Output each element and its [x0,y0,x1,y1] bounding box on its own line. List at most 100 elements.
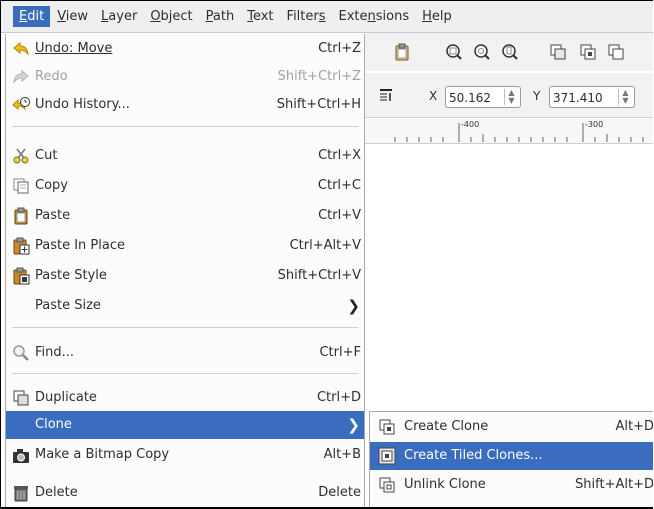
x-coordinate-input[interactable]: 50.162 ▲ ▼ [445,86,521,108]
menu-separator [12,327,358,328]
y-coordinate-input[interactable]: 371.410 ▲ ▼ [549,86,635,108]
edit-menu: Undo: Move Ctrl+Z Redo Shift+Ctrl+Z Undo… [5,34,365,507]
submenu-item-create-tiled-clones[interactable]: Create Tiled Clones... [370,442,653,470]
duplicate-shortcut: Ctrl+D [316,390,361,405]
redo-icon [13,69,29,84]
paste-icon [14,207,28,225]
undo-history-icon [12,97,30,111]
chevron-right-icon: ❯ [347,416,360,434]
paste-style-shortcut: Shift+Ctrl+V [277,268,361,283]
menu-item-make-bitmap-copy[interactable]: Make a Bitmap Copy Alt+B [6,441,364,469]
redo-label: Redo [35,69,68,84]
menu-item-cut[interactable]: Cut Ctrl+X [6,142,364,170]
ruler-label-1: -400 [461,120,480,129]
paste-icon[interactable] [393,43,411,61]
redo-shortcut: Shift+Ctrl+Z [277,69,361,84]
tiled-clones-icon [378,447,396,465]
ruler-ticks [394,123,644,142]
y-spin-arrows[interactable]: ▲ ▼ [618,89,632,105]
cut-shortcut: Ctrl+X [318,148,361,163]
tool-controls-bar: X 50.162 ▲ ▼ Y 371.410 ▲ ▼ [365,73,653,118]
menu-item-redo[interactable]: Redo Shift+Ctrl+Z [6,63,364,91]
paste-style-label: Paste Style [35,268,107,283]
create-tiled-clones-label: Create Tiled Clones... [404,448,543,463]
menubar: Edit View Layer Object Path Text Filters… [1,1,653,33]
menu-item-delete[interactable]: Delete Delete [6,479,364,507]
paste-in-place-shortcut: Ctrl+Alt+V [289,238,361,253]
duplicate-icon[interactable] [549,43,567,61]
unlink-clone-shortcut: Shift+Alt+D [575,477,653,492]
zoom-selection-icon[interactable] [445,43,463,61]
menu-item-undo-history[interactable]: Undo History... Shift+Ctrl+H [6,91,364,119]
find-shortcut: Ctrl+F [319,345,361,360]
menu-item-clone[interactable]: Clone ❯ [6,411,364,439]
clone-icon[interactable] [579,43,597,61]
cut-label: Cut [35,148,58,163]
camera-icon [13,449,29,463]
submenu-item-create-clone[interactable]: Create Clone Alt+D [370,413,653,441]
unlink-clone-icon[interactable] [607,43,625,61]
x-spin-arrows[interactable]: ▲ ▼ [504,89,518,105]
paste-shortcut: Ctrl+V [318,208,361,223]
menu-item-find[interactable]: Find... Ctrl+F [6,339,364,367]
copy-label: Copy [35,178,68,193]
submenu-item-unlink-clone[interactable]: Unlink Clone Shift+Alt+D [370,471,653,499]
menu-filters[interactable]: Filters [281,6,332,27]
horizontal-ruler: -400 -300 [365,119,653,144]
paste-in-place-icon [13,237,30,255]
zoom-page-icon[interactable] [501,43,519,61]
paste-label: Paste [35,208,71,223]
find-icon [13,345,29,361]
menu-item-duplicate[interactable]: Duplicate Ctrl+D [6,384,364,412]
delete-shortcut: Delete [318,485,361,500]
copy-icon [13,178,29,194]
undo-shortcut: Ctrl+Z [318,41,361,56]
undo-label: Undo: Move [35,41,113,56]
menu-item-paste-in-place[interactable]: Paste In Place Ctrl+Alt+V [6,232,364,260]
clone-label: Clone [35,417,72,432]
menu-view[interactable]: View [51,6,94,27]
create-clone-label: Create Clone [404,419,489,434]
app-window: Edit View Layer Object Path Text Filters… [0,0,653,509]
menu-path[interactable]: Path [200,6,241,27]
commands-toolbar [365,33,653,71]
trash-icon [14,486,28,502]
x-coordinate-label: X [429,89,438,103]
duplicate-label: Duplicate [35,390,97,405]
undo-history-shortcut: Shift+Ctrl+H [276,97,361,112]
undo-history-label: Undo History... [35,97,130,112]
x-coordinate-value: 50.162 [449,91,491,105]
menu-separator [12,126,358,127]
paste-in-place-label: Paste In Place [35,238,125,253]
menu-help[interactable]: Help [416,6,458,27]
make-bitmap-shortcut: Alt+B [323,447,361,462]
chevron-right-icon: ❯ [347,297,360,315]
menu-item-paste-style[interactable]: Paste Style Shift+Ctrl+V [6,262,364,290]
menu-object[interactable]: Object [144,6,198,27]
menu-item-copy[interactable]: Copy Ctrl+C [6,172,364,200]
delete-label: Delete [35,485,78,500]
menu-item-paste-size[interactable]: Paste Size ❯ [6,292,364,320]
menu-layer[interactable]: Layer [95,6,143,27]
menu-item-undo[interactable]: Undo: Move Ctrl+Z [6,35,364,63]
scissors-icon [13,148,29,164]
menu-text[interactable]: Text [241,6,279,27]
menu-extensions[interactable]: Extensions [333,6,416,27]
copy-shortcut: Ctrl+C [317,178,361,193]
make-bitmap-label: Make a Bitmap Copy [35,447,170,462]
menu-item-paste[interactable]: Paste Ctrl+V [6,202,364,230]
ruler-label-2: -300 [585,120,604,129]
paste-style-icon [13,267,30,285]
duplicate-icon [13,390,29,406]
y-coordinate-value: 371.410 [553,91,603,105]
undo-icon [13,41,29,56]
menu-edit[interactable]: Edit [13,6,51,27]
create-clone-icon [379,419,395,435]
zoom-drawing-icon[interactable] [473,43,491,61]
y-coordinate-label: Y [533,89,541,103]
unlink-clone-label: Unlink Clone [404,477,486,492]
raise-to-top-icon[interactable] [379,88,393,102]
clone-submenu: Create Clone Alt+D Create Tiled Clones..… [369,411,653,507]
unlink-clone-icon [379,477,395,493]
paste-size-label: Paste Size [35,298,101,313]
